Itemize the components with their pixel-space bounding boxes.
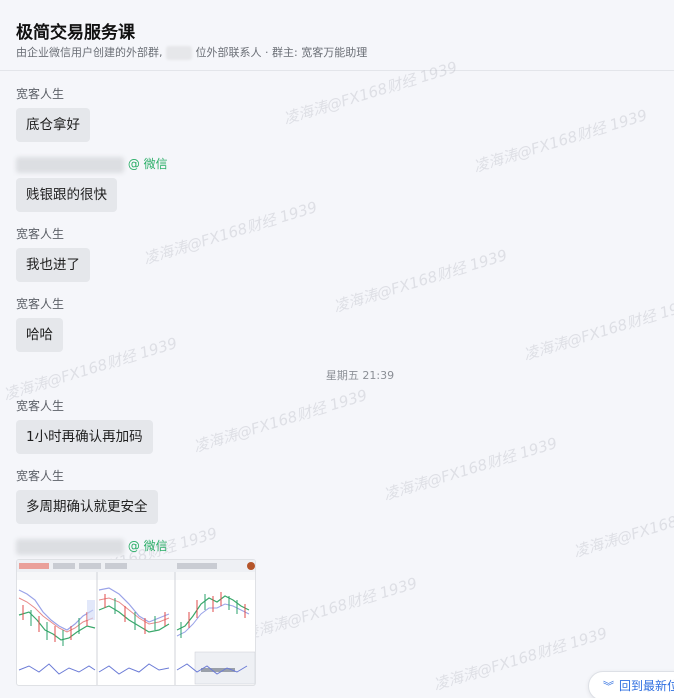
sender-name[interactable]: 宽客人生	[16, 468, 158, 485]
message: @ 微信	[16, 538, 168, 555]
message: 宽客人生 哈哈	[16, 296, 64, 352]
redacted-sender-name	[16, 538, 124, 555]
watermark: 凌海涛@FX168财经 1939	[191, 385, 370, 456]
watermark: 凌海涛@FX168财经 1939	[431, 623, 610, 694]
message-bubble[interactable]: 我也进了	[16, 248, 90, 282]
message-bubble[interactable]: 贱银跟的很快	[16, 178, 117, 212]
double-chevron-down-icon: ︾	[603, 680, 614, 693]
watermark: 凌海涛@FX168财经 1939	[471, 105, 650, 176]
sender-name[interactable]: @ 微信	[16, 538, 168, 555]
group-title: 极简交易服务课	[16, 23, 135, 43]
sender-name[interactable]: @ 微信	[16, 156, 168, 173]
chat-timestamp: 星期五 21:39	[325, 369, 395, 382]
group-subtitle: 由企业微信用户创建的外部群, 位外部联系人 · 群主: 宽客万能助理	[16, 44, 367, 60]
message-bubble[interactable]: 1小时再确认再加码	[16, 420, 153, 454]
wechat-tag: @ 微信	[127, 539, 168, 553]
sender-name[interactable]: 宽客人生	[16, 296, 64, 313]
sender-name[interactable]: 宽客人生	[16, 398, 153, 415]
message: 宽客人生 1小时再确认再加码	[16, 398, 153, 454]
message: 宽客人生 多周期确认就更安全	[16, 468, 158, 524]
message-bubble[interactable]: 哈哈	[16, 318, 63, 352]
redacted-count	[166, 46, 192, 60]
watermark: 凌海涛@FX168财经 1939	[331, 245, 510, 316]
jump-to-latest-label: 回到最新位	[619, 679, 674, 693]
subtitle-suffix: 位外部联系人 · 群主: 宽客万能助理	[195, 46, 368, 59]
sender-name[interactable]: 宽客人生	[16, 86, 90, 103]
watermark: 凌海涛@FX168财经 1939	[571, 491, 674, 561]
message: 宽客人生 底仓拿好	[16, 86, 90, 142]
watermark: 凌海涛@FX168财经 1939	[241, 573, 420, 644]
chart-screenshot-image[interactable]	[16, 559, 256, 686]
message: @ 微信 贱银跟的很快	[16, 156, 168, 212]
message: 宽客人生 我也进了	[16, 226, 90, 282]
message-bubble[interactable]: 多周期确认就更安全	[16, 490, 158, 524]
chat-header: 极简交易服务课 由企业微信用户创建的外部群, 位外部联系人 · 群主: 宽客万能…	[0, 0, 674, 71]
watermark: 凌海涛@FX168财经 1939	[381, 433, 560, 504]
subtitle-prefix: 由企业微信用户创建的外部群,	[16, 46, 163, 59]
watermark: 凌海涛@FX168财经 1939	[521, 293, 674, 364]
wechat-tag: @ 微信	[127, 157, 168, 171]
redacted-sender-name	[16, 156, 124, 173]
sender-name[interactable]: 宽客人生	[16, 226, 90, 243]
trading-chart-thumbnail	[17, 560, 255, 685]
message-bubble[interactable]: 底仓拿好	[16, 108, 90, 142]
watermark: 凌海涛@FX168财经 1939	[141, 197, 320, 268]
jump-to-latest-button[interactable]: ︾ 回到最新位	[588, 671, 674, 698]
